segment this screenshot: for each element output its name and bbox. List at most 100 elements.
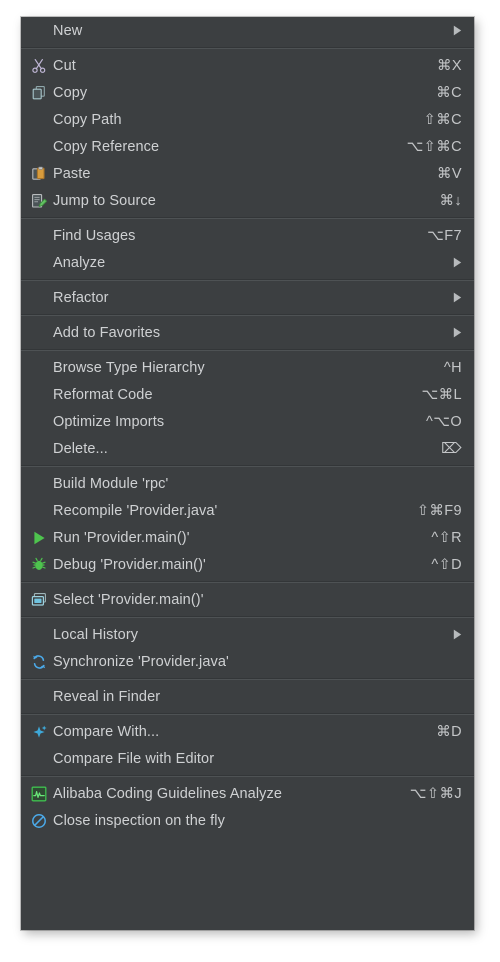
no-icon: [28, 253, 50, 273]
menu-item[interactable]: Copy Path ⇧⌘C: [21, 106, 474, 133]
menu-item-label: Optimize Imports: [53, 413, 165, 430]
menu-item[interactable]: Refactor: [21, 284, 474, 311]
paste-icon: [28, 164, 50, 184]
menu-group-code-group: Browse Type Hierarchy ^H Reformat Code ⌥⌘L O…: [21, 354, 474, 462]
menu-item-shortcut: ⌘V: [437, 165, 462, 182]
menu-separator: [21, 465, 474, 467]
submenu-arrow-icon: [452, 25, 462, 37]
menu-item[interactable]: Compare File with Editor: [21, 745, 474, 772]
no-icon: [28, 358, 50, 378]
menu-separator: [21, 581, 474, 583]
menu-item-label: Copy Path: [53, 111, 122, 128]
menu-item-shortcut: ⌘↓: [439, 192, 462, 209]
no-icon: [28, 687, 50, 707]
submenu-arrow-icon: [452, 257, 462, 269]
submenu-arrow-icon: [452, 327, 462, 339]
menu-item-shortcut: ⇧⌘C: [423, 111, 462, 128]
no-icon: [28, 137, 50, 157]
menu-item-label: Add to Favorites: [53, 324, 161, 341]
menu-group-inspection-group: Alibaba Coding Guidelines Analyze ⌥⇧⌘J Clo…: [21, 780, 474, 834]
scissors-icon: [28, 56, 50, 76]
menu-item[interactable]: Find Usages ⌥F7: [21, 222, 474, 249]
menu-item[interactable]: Local History: [21, 621, 474, 648]
copy-icon: [28, 83, 50, 103]
menu-item[interactable]: Reveal in Finder: [21, 683, 474, 710]
menu-item[interactable]: Jump to Source ⌘↓: [21, 187, 474, 214]
menu-separator: [21, 217, 474, 219]
no-icon: [28, 501, 50, 521]
menu-item[interactable]: Paste ⌘V: [21, 160, 474, 187]
select-in-icon: [28, 590, 50, 610]
menu-group-refactor-group: Refactor: [21, 284, 474, 311]
menu-item-label: Find Usages: [53, 227, 136, 244]
menu-separator: [21, 775, 474, 777]
menu-group-new-group: New: [21, 17, 474, 44]
menu-item-label: Select 'Provider.main()': [53, 591, 204, 608]
menu-separator: [21, 47, 474, 49]
menu-item[interactable]: Synchronize 'Provider.java': [21, 648, 474, 675]
menu-item[interactable]: Copy ⌘C: [21, 79, 474, 106]
menu-item-shortcut: ⇧⌘F9: [416, 502, 462, 519]
menu-item-label: Reformat Code: [53, 386, 153, 403]
menu-item-label: Close inspection on the fly: [53, 812, 225, 829]
menu-item[interactable]: Reformat Code ⌥⌘L: [21, 381, 474, 408]
menu-item[interactable]: Run 'Provider.main()' ^⇧R: [21, 524, 474, 551]
menu-item[interactable]: Select 'Provider.main()': [21, 586, 474, 613]
jump-to-source-icon: [28, 191, 50, 211]
menu-item[interactable]: Alibaba Coding Guidelines Analyze ⌥⇧⌘J: [21, 780, 474, 807]
menu-item[interactable]: Debug 'Provider.main()' ^⇧D: [21, 551, 474, 578]
menu-item-label: Refactor: [53, 289, 109, 306]
menu-item-shortcut: ⌘C: [436, 84, 462, 101]
menu-item[interactable]: Delete... ⌦: [21, 435, 474, 462]
no-icon: [28, 412, 50, 432]
close-inspection-icon: [28, 811, 50, 831]
menu-item[interactable]: Optimize Imports ^⌥O: [21, 408, 474, 435]
no-icon: [28, 323, 50, 343]
menu-item-label: Alibaba Coding Guidelines Analyze: [53, 785, 283, 802]
menu-item[interactable]: Recompile 'Provider.java' ⇧⌘F9: [21, 497, 474, 524]
menu-item[interactable]: New: [21, 17, 474, 44]
menu-group-clipboard-group: Cut ⌘X Copy ⌘C Copy Path ⇧⌘C Copy Reference ⌥⇧⌘…: [21, 52, 474, 214]
menu-item-shortcut: ^⇧D: [431, 556, 462, 573]
menu-item-label: Cut: [53, 57, 76, 74]
synchronize-icon: [28, 652, 50, 672]
run-icon: [28, 528, 50, 548]
menu-separator: [21, 616, 474, 618]
menu-group-build-run-group: Build Module 'rpc' Recompile 'Provider.ja…: [21, 470, 474, 578]
menu-item-label: Jump to Source: [53, 192, 156, 209]
debug-icon: [28, 555, 50, 575]
menu-group-select-group: Select 'Provider.main()': [21, 586, 474, 613]
menu-item[interactable]: Copy Reference ⌥⇧⌘C: [21, 133, 474, 160]
menu-item[interactable]: Build Module 'rpc': [21, 470, 474, 497]
menu-separator: [21, 279, 474, 281]
menu-group-history-group: Local History Synchronize 'Provider.java': [21, 621, 474, 675]
menu-item-shortcut: ⌘D: [436, 723, 462, 740]
menu-item-label: Reveal in Finder: [53, 688, 161, 705]
menu-separator: [21, 349, 474, 351]
menu-item[interactable]: Add to Favorites: [21, 319, 474, 346]
menu-item[interactable]: Cut ⌘X: [21, 52, 474, 79]
no-icon: [28, 625, 50, 645]
menu-group-compare-group: Compare With... ⌘D Compare File with Edito…: [21, 718, 474, 772]
menu-item-label: Browse Type Hierarchy: [53, 359, 205, 376]
menu-item-label: Delete...: [53, 440, 108, 457]
menu-separator: [21, 678, 474, 680]
menu-item[interactable]: Compare With... ⌘D: [21, 718, 474, 745]
menu-group-finder-group: Reveal in Finder: [21, 683, 474, 710]
menu-item-shortcut: ^H: [443, 359, 462, 376]
menu-item[interactable]: Browse Type Hierarchy ^H: [21, 354, 474, 381]
submenu-arrow-icon: [452, 292, 462, 304]
no-icon: [28, 288, 50, 308]
context-menu[interactable]: New Cut ⌘X Copy ⌘C Copy Path ⇧⌘C Copy Reference…: [21, 17, 474, 930]
menu-item[interactable]: Analyze: [21, 249, 474, 276]
menu-item-label: New: [53, 22, 83, 39]
menu-item-shortcut: ⌘X: [437, 57, 462, 74]
menu-item-label: Build Module 'rpc': [53, 475, 169, 492]
menu-item-label: Analyze: [53, 254, 106, 271]
menu-item-label: Copy: [53, 84, 88, 101]
menu-item[interactable]: Close inspection on the fly: [21, 807, 474, 834]
menu-item-label: Paste: [53, 165, 91, 182]
no-icon: [28, 439, 50, 459]
menu-item-label: Run 'Provider.main()': [53, 529, 190, 546]
menu-item-label: Copy Reference: [53, 138, 160, 155]
